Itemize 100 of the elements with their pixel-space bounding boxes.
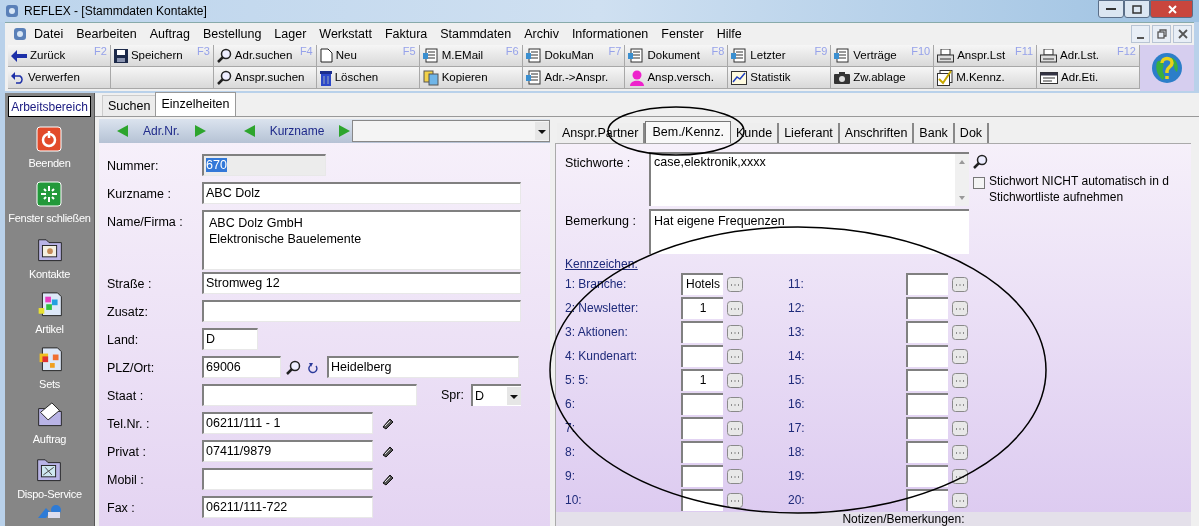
sidebar-label[interactable]: Dispo-Service	[17, 485, 82, 502]
input-field[interactable]	[681, 321, 723, 343]
text-area[interactable]: case,elektronik,xxxx	[649, 152, 969, 206]
input-field[interactable]	[681, 465, 723, 487]
input-field[interactable]: Hotels	[681, 273, 723, 295]
menu-item[interactable]: Archiv	[524, 24, 559, 44]
toolbar-button[interactable]: Verwerfen	[8, 67, 111, 89]
people-icon[interactable]	[35, 504, 64, 518]
search-icon[interactable]	[973, 154, 988, 169]
sidebar-label[interactable]: Fenster schließen	[8, 210, 91, 227]
toolbar-button[interactable]: Kopieren	[419, 67, 523, 89]
sidebar-label[interactable]: Artikel	[35, 320, 64, 337]
menu-item[interactable]: Datei	[34, 24, 64, 44]
menu-item[interactable]: Lager	[274, 24, 307, 44]
menu-item[interactable]: Bestellung	[202, 24, 262, 44]
input-field[interactable]	[906, 489, 948, 511]
phone-icon[interactable]	[381, 445, 395, 459]
input-field[interactable]	[681, 417, 723, 439]
input-field[interactable]	[906, 417, 948, 439]
toolbar-button[interactable]: Adr.Lst. F12	[1037, 45, 1140, 67]
toolbar-button[interactable]: Adr.->Anspr.	[522, 67, 626, 89]
previous-arrow-icon[interactable]	[117, 125, 129, 137]
menu-item[interactable]: Werkstatt	[319, 24, 372, 44]
sidebar-label[interactable]: Beenden	[28, 155, 71, 172]
input-field[interactable]	[906, 345, 948, 367]
menu-item[interactable]: Bearbeiten	[76, 24, 137, 44]
minimize-button[interactable]	[1131, 25, 1150, 43]
toolbar-button[interactable]: Dokument F8	[625, 45, 729, 67]
search-icon[interactable]	[286, 360, 301, 375]
input-field[interactable]	[906, 393, 948, 415]
input-field[interactable]	[906, 321, 948, 343]
toolbar-button[interactable]: Adr.Eti.	[1037, 67, 1140, 89]
toolbar-button[interactable]: Anspr.Lst F11	[934, 45, 1038, 67]
input-field[interactable]: ABC Dolz	[202, 182, 521, 204]
power-icon[interactable]	[36, 126, 63, 152]
toolbar-button[interactable]: M.Kennz.	[934, 67, 1038, 89]
tab[interactable]: Bem./Kennz.	[645, 121, 731, 143]
input-field[interactable]	[681, 489, 723, 511]
toolbar-button[interactable]: DokuMan F7	[522, 45, 626, 67]
language-dropdown[interactable]: D	[471, 384, 521, 406]
sidebar-tab[interactable]: Arbeitsbereich	[8, 96, 91, 117]
sidebar-label[interactable]: Sets	[39, 375, 60, 392]
toolbar-button[interactable]: Letzter F9	[728, 45, 832, 67]
toolbar-button[interactable]	[110, 67, 214, 89]
phone-icon[interactable]	[381, 473, 395, 487]
input-field[interactable]: Stromweg 12	[202, 272, 521, 294]
checkbox[interactable]	[973, 177, 985, 189]
toolbar-button[interactable]: Ansp.versch.	[625, 67, 729, 89]
input-field[interactable]	[681, 393, 723, 415]
previous-arrow-icon[interactable]	[243, 125, 256, 137]
input-field[interactable]	[681, 441, 723, 463]
restore-button[interactable]	[1152, 25, 1171, 43]
sidebar-label[interactable]: Kontakte	[29, 265, 70, 282]
folder-icon[interactable]	[35, 456, 64, 483]
phone-icon[interactable]	[381, 417, 395, 431]
text-area[interactable]: Hat eigene Frequenzen	[649, 209, 969, 254]
toolbar-button[interactable]: Zw.ablage	[831, 67, 935, 89]
minimize-button[interactable]	[1098, 0, 1124, 18]
next-arrow-icon[interactable]	[193, 125, 206, 137]
input-field[interactable]: Heidelberg	[327, 356, 519, 378]
next-arrow-icon[interactable]	[338, 125, 351, 137]
toolbar-button[interactable]: Speichern F3	[110, 45, 214, 67]
input-field[interactable]	[202, 300, 521, 322]
help-icon[interactable]	[1151, 52, 1183, 84]
input-field[interactable]: 07411/9879	[202, 440, 373, 462]
toolbar-button[interactable]: Adr.suchen F4	[213, 45, 317, 67]
folder-icon[interactable]	[35, 401, 64, 428]
tab[interactable]: Einzelheiten	[155, 92, 236, 116]
menu-item[interactable]: Auftrag	[149, 24, 190, 44]
menu-item[interactable]: Informationen	[571, 24, 649, 44]
folder-icon[interactable]	[35, 236, 64, 263]
input-field[interactable]	[906, 273, 948, 295]
sidebar-label[interactable]: Auftrag	[32, 430, 67, 447]
input-field[interactable]	[681, 345, 723, 367]
sparkle-icon[interactable]	[36, 181, 63, 207]
input-field[interactable]	[202, 468, 373, 490]
input-field[interactable]: 69006	[202, 356, 281, 378]
input-field[interactable]	[906, 369, 948, 391]
toolbar-button[interactable]: Zurück F2	[8, 45, 111, 67]
close-button[interactable]	[1173, 25, 1192, 43]
toolbar-button[interactable]: Löschen	[316, 67, 420, 89]
menu-item[interactable]: Faktura	[384, 24, 428, 44]
scrollbar-icon[interactable]	[955, 154, 969, 206]
menu-item[interactable]: Hilfe	[716, 24, 742, 44]
input-field[interactable]	[906, 465, 948, 487]
toolbar-button[interactable]: Neu F5	[316, 45, 420, 67]
text-area[interactable]: ABC Dolz GmbH Elektronische Bauelemente	[202, 210, 521, 270]
toolbar-button[interactable]: Verträge F10	[831, 45, 935, 67]
input-field[interactable]: 06211/111 - 1	[202, 412, 373, 434]
close-button[interactable]	[1150, 0, 1193, 18]
input-field[interactable]: 1	[681, 297, 723, 319]
ellipsis-button[interactable]	[727, 492, 743, 508]
input-field[interactable]: 06211/111-722	[202, 496, 373, 518]
input-field[interactable]	[202, 384, 417, 406]
maximize-button[interactable]	[1124, 0, 1150, 18]
refresh-icon[interactable]	[308, 361, 318, 375]
input-field[interactable]	[906, 297, 948, 319]
input-field[interactable]	[906, 441, 948, 463]
input-field[interactable]: D	[202, 328, 258, 350]
input-field[interactable]: 670	[202, 154, 326, 176]
